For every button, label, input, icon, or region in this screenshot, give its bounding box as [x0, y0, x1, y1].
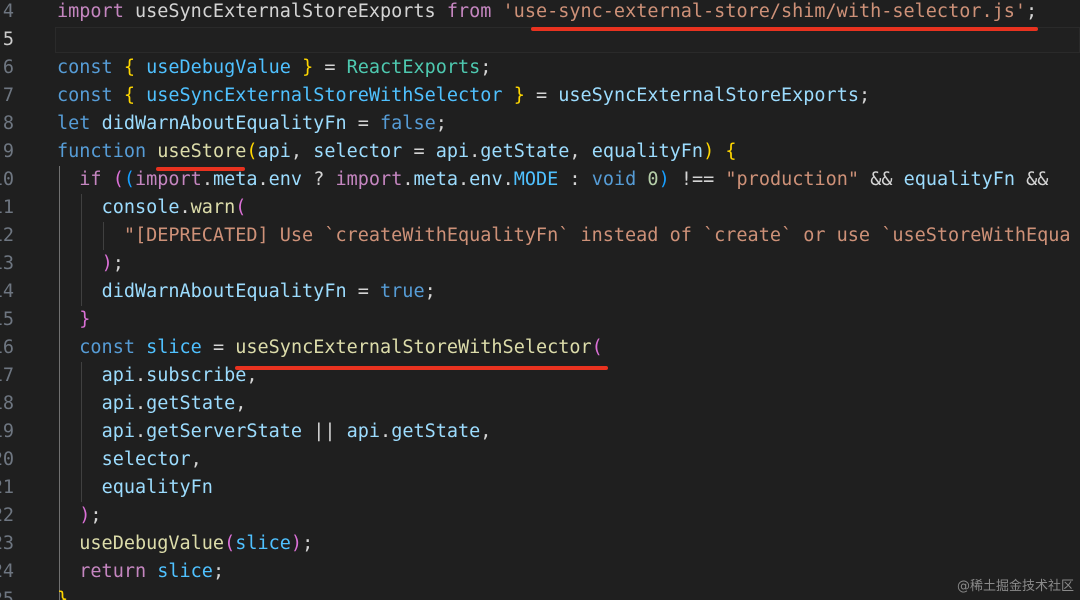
code-line[interactable]: 22 ); [0, 502, 1080, 530]
line-number: 16 [0, 337, 14, 358]
code-line[interactable]: 4 import useSyncExternalStoreExports from… [0, 0, 1080, 26]
line-number: 19 [0, 421, 14, 442]
line-number: 5 [2, 29, 14, 50]
line-number: 8 [2, 113, 14, 134]
annotation-underline-import-path [531, 27, 1038, 31]
line-code: ); [101, 253, 124, 274]
line-number: 4 [2, 1, 14, 22]
code-line[interactable]: 25} [0, 586, 1080, 600]
code-line[interactable]: 19 api.getServerState || api.getState, [0, 418, 1080, 446]
line-code: const { useSyncExternalStoreWithSelector… [57, 85, 871, 106]
code-line[interactable]: 14 didWarnAboutEqualityFn = true; [0, 278, 1080, 306]
code-line[interactable]: 6 const { useDebugValue } = ReactExports; [0, 54, 1080, 82]
code-line[interactable]: 24 return slice; [0, 558, 1080, 586]
line-number: 13 [0, 253, 14, 274]
line-code: api.getServerState || api.getState, [101, 421, 492, 442]
line-code: useDebugValue(slice); [79, 533, 314, 554]
line-code: console.warn( [101, 197, 247, 218]
line-code: selector, [101, 449, 202, 470]
annotation-underline-usesyncexternalstorewithselector [235, 366, 608, 370]
line-number: 21 [0, 477, 14, 498]
code-line[interactable]: 13 ); [0, 250, 1080, 278]
line-code: import useSyncExternalStoreExports from … [57, 1, 1038, 22]
code-line[interactable]: 9 function useStore(api, selector = api.g… [0, 138, 1080, 166]
line-number: 25 [0, 589, 14, 600]
line-number: 15 [0, 309, 14, 330]
code-line[interactable]: 21 equalityFn [0, 474, 1080, 502]
watermark: @稀土掘金技术社区 [956, 579, 1074, 594]
code-line[interactable]: 23 useDebugValue(slice); [0, 530, 1080, 558]
line-number: 17 [0, 365, 14, 386]
line-code: const { useDebugValue } = ReactExports; [57, 57, 492, 78]
line-number: 22 [0, 505, 14, 526]
code-line[interactable]: 12 "[DEPRECATED] Use `createWithEquality… [0, 222, 1080, 250]
code-line[interactable]: 15 } [0, 306, 1080, 334]
line-number: 7 [2, 85, 14, 106]
code-editor[interactable]: 4 import useSyncExternalStoreExports from… [0, 0, 1080, 600]
line-code: } [79, 309, 91, 330]
line-code: equalityFn [101, 477, 213, 498]
code-line[interactable]: 18 api.getState, [0, 390, 1080, 418]
line-code: return slice; [79, 561, 225, 582]
line-number: 11 [0, 197, 14, 218]
line-code: const slice = useSyncExternalStoreWithSe… [79, 337, 603, 358]
line-number: 23 [0, 533, 14, 554]
code-line[interactable]: 11 console.warn( [0, 194, 1080, 222]
code-line[interactable]: 16 const slice = useSyncExternalStoreWit… [0, 334, 1080, 362]
line-number: 12 [0, 225, 14, 246]
line-number: 14 [0, 281, 14, 302]
code-line[interactable]: 7 const { useSyncExternalStoreWithSelecto… [0, 82, 1080, 110]
line-number: 18 [0, 393, 14, 414]
line-code: didWarnAboutEqualityFn = true; [101, 281, 436, 302]
line-code: "[DEPRECATED] Use `createWithEqualityFn`… [123, 225, 1071, 246]
line-number: 6 [2, 57, 14, 78]
line-number: 9 [2, 141, 14, 162]
annotation-underline-usestore [156, 167, 245, 171]
line-number: 24 [0, 561, 14, 582]
line-code: function useStore(api, selector = api.ge… [57, 141, 737, 162]
code-line[interactable]: 20 selector, [0, 446, 1080, 474]
line-code: let didWarnAboutEqualityFn = false; [57, 113, 447, 134]
line-number: 20 [0, 449, 14, 470]
line-number: 10 [0, 169, 14, 190]
line-code: } [57, 589, 69, 600]
line-code: ); [79, 505, 102, 526]
line-code: api.getState, [101, 393, 247, 414]
code-line[interactable]: 8 let didWarnAboutEqualityFn = false; [0, 110, 1080, 138]
